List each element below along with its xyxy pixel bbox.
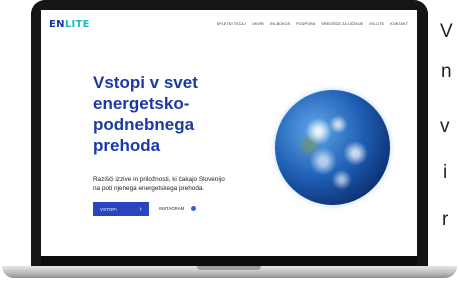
- side-text-fragment: v: [440, 116, 450, 137]
- site-logo[interactable]: ENLITE: [49, 19, 90, 30]
- nav-item-online-course[interactable]: SPLETNI TEČAJ: [217, 22, 246, 26]
- nav-item-framework[interactable]: OKVIR: [252, 22, 264, 26]
- side-text-fragment: r: [442, 209, 449, 230]
- instagram-link[interactable]: INSTAGRAM: [159, 206, 197, 211]
- hero-description: Razišči izzive in priložnosti, ki čakajo…: [93, 176, 225, 192]
- nav-item-contact[interactable]: KONTAKT: [390, 22, 408, 26]
- laptop-notch: [197, 266, 261, 270]
- enter-button-label: VSTOPI: [100, 206, 117, 212]
- instagram-dot-icon: [191, 206, 197, 211]
- instagram-label: INSTAGRAM: [159, 206, 185, 211]
- earth-globe-image: [275, 90, 390, 205]
- side-text-fragment: i: [443, 162, 448, 183]
- site-header: ENLITE SPLETNI TEČAJ OKVIR EN-BOKOS PODP…: [41, 10, 417, 40]
- side-text-fragment: n: [441, 61, 452, 82]
- hero-title: Vstopi v svet energetsko- podnebnega pre…: [93, 73, 198, 155]
- laptop-screen: ENLITE SPLETNI TEČAJ OKVIR EN-BOKOS PODP…: [41, 10, 417, 266]
- enter-button[interactable]: VSTOPI ›: [93, 202, 149, 216]
- nav-item-learning-center[interactable]: SREDIŠČE ZA UČENJE: [321, 22, 363, 26]
- screen-bottom-strip: [41, 256, 417, 266]
- nav-item-support[interactable]: PODPORA: [296, 22, 315, 26]
- nav-item-en-lite[interactable]: EN-LITE: [369, 22, 384, 26]
- side-text-fragment: V: [440, 21, 453, 42]
- nav-item-en-bokos[interactable]: EN-BOKOS: [270, 22, 290, 26]
- logo-en: EN: [49, 19, 65, 30]
- logo-lite: LITE: [64, 19, 90, 30]
- chevron-right-icon: ›: [139, 205, 142, 213]
- main-nav: SPLETNI TEČAJ OKVIR EN-BOKOS PODPORA SRE…: [217, 22, 408, 26]
